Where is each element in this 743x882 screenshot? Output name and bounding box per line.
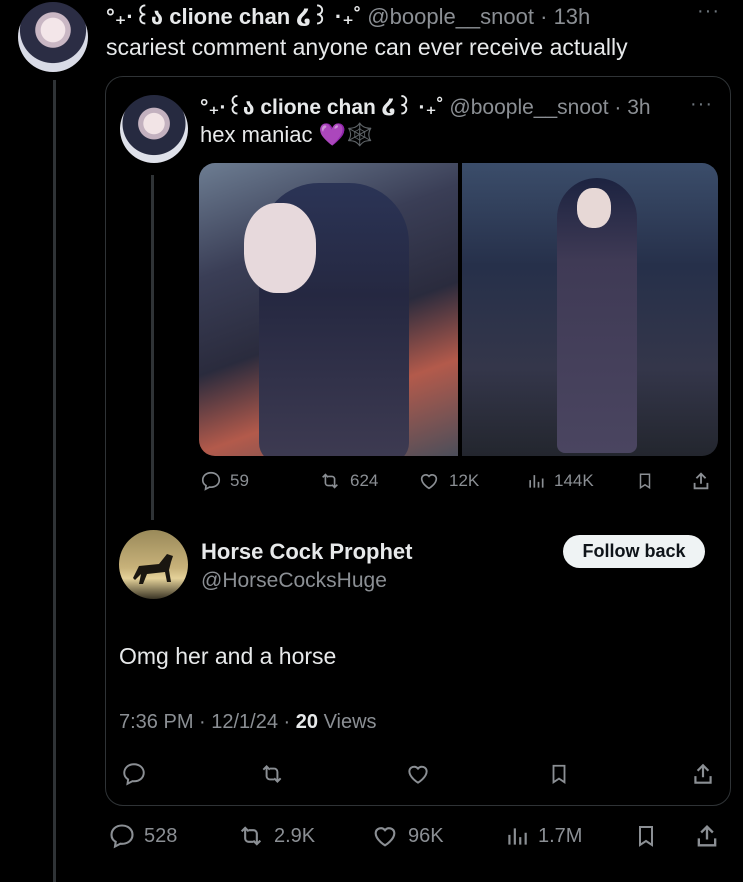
reply-icon	[110, 824, 134, 849]
reply-icon	[123, 763, 145, 786]
avatar[interactable]	[18, 2, 88, 72]
separator-dot: ·	[540, 4, 548, 29]
reply-author-name[interactable]: Horse Cock Prophet	[201, 539, 413, 565]
quoted-share-button[interactable]	[690, 470, 712, 492]
main-repost-button[interactable]: 2.9K	[236, 822, 315, 850]
reply-bookmark-button[interactable]	[548, 761, 570, 787]
horse-silhouette-icon	[133, 554, 173, 584]
heart-icon	[374, 827, 396, 847]
reply-timestamp: 7:36 PM · 12/1/24 · 20 Views	[119, 711, 377, 734]
quoted-post-header: °₊·꒰ა clione chan ໒꒱ ·₊˚ @boople__snoot …	[200, 92, 651, 120]
main-like-button[interactable]: 96K	[370, 822, 444, 850]
reply-icon	[201, 471, 221, 491]
main-share-button[interactable]	[693, 822, 721, 850]
quoted-like-count: 12K	[449, 471, 480, 490]
reply-views-label: Views	[318, 711, 377, 733]
main-post-header: °₊·꒰ა clione chan ໒꒱ ·₊˚ @boople__snoot …	[106, 1, 590, 30]
quoted-like-button[interactable]: 12K	[417, 470, 479, 492]
quoted-repost-count: 624	[350, 471, 379, 490]
quoted-views-button[interactable]: 144K	[526, 470, 594, 492]
main-bookmark-button[interactable]	[634, 822, 658, 850]
quoted-more-icon[interactable]: ···	[690, 93, 713, 116]
reply-repost-button[interactable]	[258, 761, 286, 787]
quoted-bookmark-button[interactable]	[636, 470, 654, 492]
main-views-count: 1.7M	[538, 824, 583, 847]
quoted-reply-button[interactable]: 59	[200, 470, 249, 492]
views-icon	[529, 475, 544, 488]
main-like-count: 96K	[408, 824, 444, 847]
thread-line	[53, 80, 56, 882]
bookmark-icon	[639, 473, 651, 490]
main-views-button[interactable]: 1.7M	[504, 822, 582, 850]
heart-icon	[420, 474, 438, 490]
repost-icon	[262, 765, 282, 783]
quote-thread-line	[151, 175, 154, 520]
photo-face	[244, 203, 316, 293]
main-reply-button[interactable]: 528	[108, 822, 177, 850]
author-name[interactable]: °₊·꒰ა clione chan ໒꒱ ·₊˚	[106, 4, 361, 29]
reply-text: Omg her and a horse	[119, 643, 337, 669]
media-photo-2[interactable]	[462, 163, 718, 456]
quoted-repost-button[interactable]: 624	[318, 470, 378, 492]
quoted-reply-count: 59	[230, 471, 249, 490]
reply-share-button[interactable]	[690, 761, 716, 787]
quoted-post-text: hex maniac 💜🕸️	[200, 122, 374, 147]
quoted-avatar[interactable]	[120, 95, 188, 163]
post-time[interactable]: 13h	[554, 4, 591, 29]
bookmark-icon	[552, 764, 566, 784]
views-icon	[508, 828, 527, 845]
share-icon	[693, 472, 709, 490]
author-handle[interactable]: @boople__snoot	[367, 4, 534, 29]
repost-icon	[322, 473, 338, 489]
bookmark-icon	[639, 826, 653, 847]
reply-reply-button[interactable]	[121, 761, 147, 787]
share-icon	[694, 763, 712, 784]
reply-like-button[interactable]	[404, 761, 432, 787]
quoted-author-handle[interactable]: @boople__snoot	[449, 96, 608, 119]
photo-face	[577, 188, 611, 228]
quoted-views-count: 144K	[554, 471, 594, 490]
media-photo-1[interactable]	[199, 163, 458, 456]
quoted-author-name[interactable]: °₊·꒰ა clione chan ໒꒱ ·₊˚	[200, 96, 444, 119]
heart-icon	[408, 765, 428, 784]
reply-avatar[interactable]	[119, 530, 188, 599]
follow-back-button[interactable]: Follow back	[563, 535, 705, 568]
separator-dot: ·	[614, 96, 622, 119]
reply-views-count: 20	[295, 711, 319, 733]
main-reply-count: 528	[144, 824, 178, 847]
repost-icon	[240, 826, 262, 846]
share-icon	[697, 825, 717, 847]
reply-author-handle[interactable]: @HorseCocksHuge	[201, 569, 387, 593]
reply-time[interactable]: 7:36 PM · 12/1/24 ·	[119, 711, 296, 733]
post-text: scariest comment anyone can ever receive…	[106, 34, 628, 60]
more-icon[interactable]: ···	[697, 0, 720, 23]
quoted-post-time[interactable]: 3h	[627, 96, 650, 119]
main-repost-count: 2.9K	[274, 824, 316, 847]
